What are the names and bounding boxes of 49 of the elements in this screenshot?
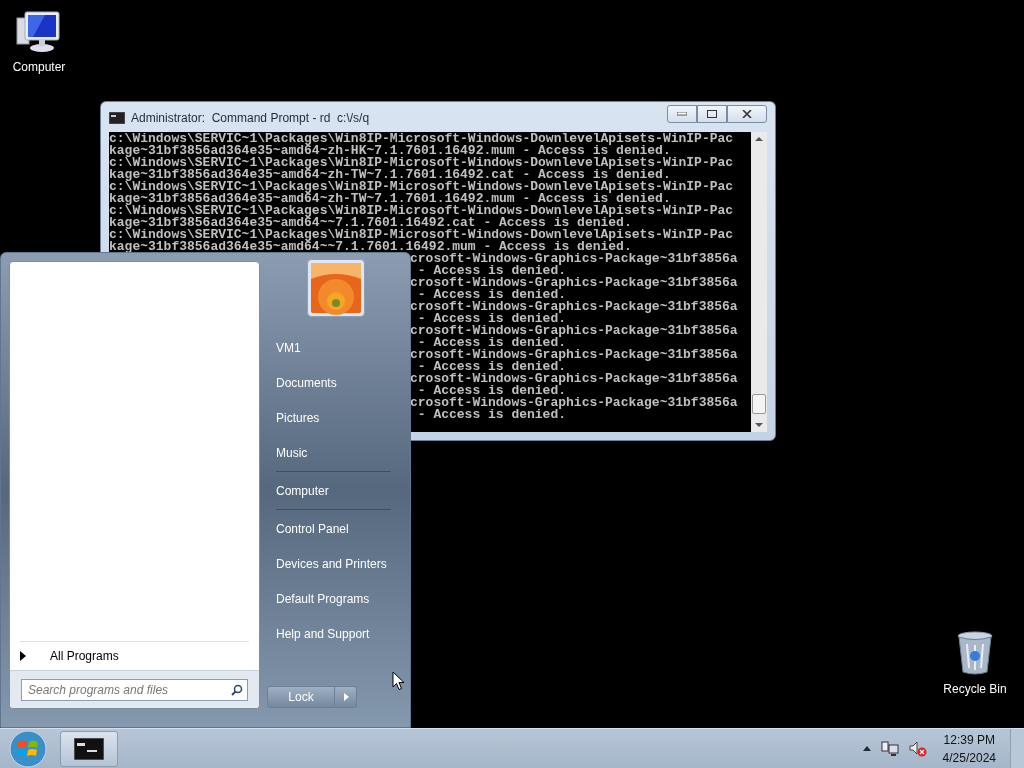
search-field[interactable]: Search programs and files [21, 678, 248, 701]
start-menu-item[interactable]: Computer [267, 473, 400, 508]
scrollbar[interactable] [751, 132, 767, 432]
shutdown-options-button[interactable] [335, 686, 357, 708]
maximize-button[interactable] [697, 105, 727, 123]
start-menu-item[interactable]: VM1 [267, 330, 400, 365]
console-line: crosoft-Windows-Graphics-Package~31bf3856a [410, 323, 738, 338]
console-line: c:\Windows\SERVIC~1\Packages\Win8IP-Microsoft-Windows-DownlevelApisets-WinIP-Pac [109, 132, 734, 146]
show-hidden-icons-icon[interactable] [862, 746, 871, 751]
scroll-up-icon [755, 136, 763, 142]
minimize-icon [677, 112, 687, 116]
start-menu-item[interactable]: Help and Support [267, 616, 400, 651]
console-line: crosoft-Windows-Graphics-Package~31bf3856a [410, 299, 738, 314]
console-icon [109, 112, 125, 124]
close-button[interactable] [727, 105, 767, 123]
start-menu-item[interactable]: Control Panel [267, 511, 400, 546]
user-avatar[interactable] [307, 259, 365, 317]
start-menu-item[interactable]: Pictures [267, 400, 400, 435]
maximize-icon [707, 110, 717, 118]
start-menu-item[interactable]: Documents [267, 365, 400, 400]
console-icon [74, 737, 104, 760]
start-menu-item[interactable]: Music [267, 435, 400, 470]
close-icon [742, 110, 752, 118]
clock-date[interactable]: 4/25/2024 [942, 748, 996, 767]
caret-icon [342, 693, 349, 701]
window-title: Administrator: Command Prompt - rd c:\/s/q [131, 110, 370, 127]
console-line: crosoft-Windows-Graphics-Package~31bf3856a [410, 371, 738, 386]
recycle-bin-icon [955, 630, 995, 676]
desktop-icon-label[interactable]: Computer [12, 58, 66, 76]
caret-icon [20, 651, 26, 661]
scroll-down-icon [755, 422, 763, 428]
all-programs-item[interactable]: All Programs [10, 642, 259, 670]
search-icon [231, 683, 243, 696]
computer-icon [15, 10, 63, 54]
console-line: crosoft-Windows-Graphics-Package~31bf3856a [410, 347, 738, 362]
console-line: crosoft-Windows-Graphics-Package~31bf3856a [410, 275, 738, 290]
clock-time[interactable]: 12:39 PM [943, 730, 995, 749]
start-menu-item[interactable]: Default Programs [267, 581, 400, 616]
scroll-thumb[interactable] [752, 394, 766, 414]
lock-button[interactable]: Lock [267, 686, 335, 708]
network-icon[interactable] [880, 740, 899, 757]
desktop-icon-label[interactable]: Recycle Bin [943, 680, 1007, 698]
console-line: crosoft-Windows-Graphics-Package~31bf3856a [410, 395, 738, 410]
start-button[interactable] [8, 729, 48, 768]
mouse-cursor-icon [392, 671, 405, 691]
muted-speaker-icon[interactable] [908, 740, 927, 757]
console-taskbar-button[interactable] [60, 730, 118, 767]
start-menu-item[interactable]: Devices and Printers [267, 546, 400, 581]
console-line: crosoft-Windows-Graphics-Package~31bf3856a [410, 251, 738, 266]
